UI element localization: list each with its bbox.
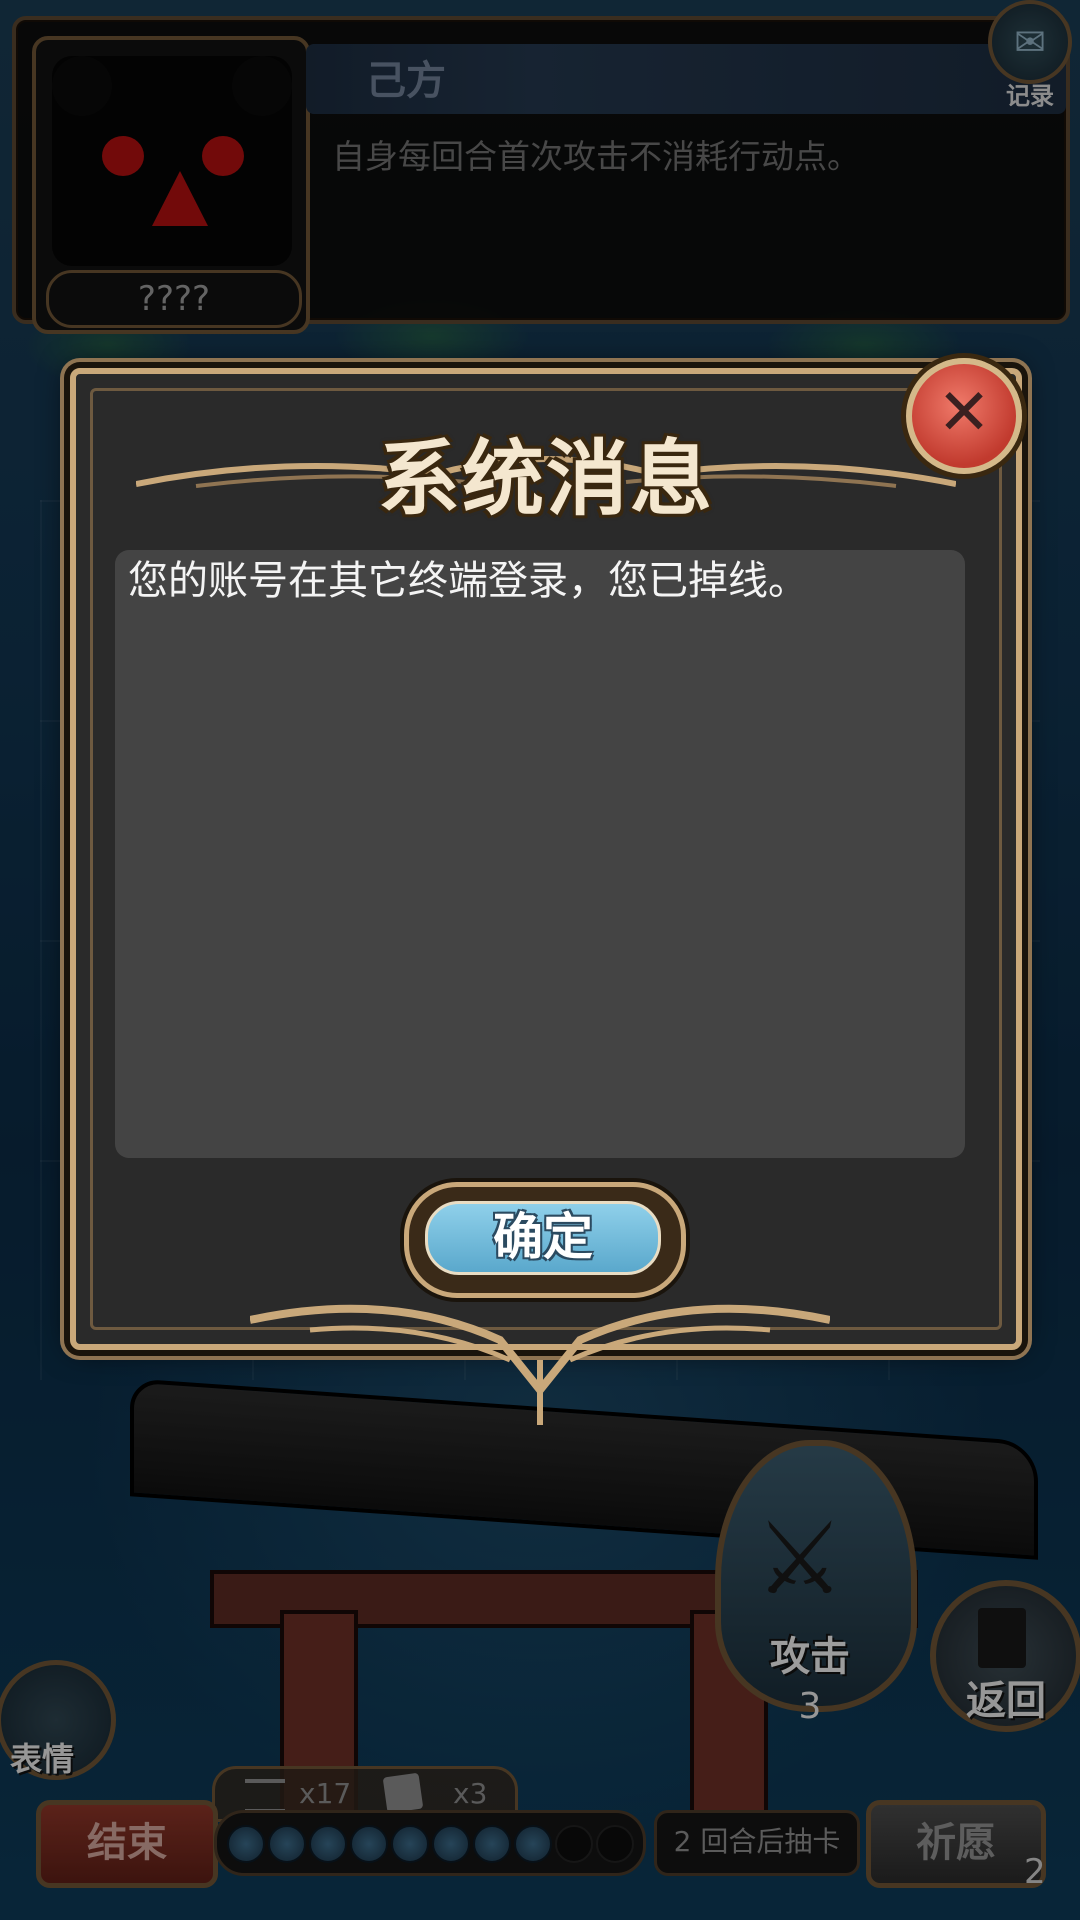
close-button[interactable]: ✕	[906, 358, 1022, 474]
message-box	[115, 550, 965, 1158]
dialog-title: 系统消息	[377, 432, 714, 527]
close-icon: ✕	[937, 376, 991, 450]
confirm-button[interactable]: 确定	[425, 1201, 661, 1275]
message-text: 您的账号在其它终端登录，您已掉线。	[128, 558, 808, 604]
confirm-button-frame: 确定	[404, 1182, 686, 1298]
bottom-ornament	[250, 1304, 830, 1425]
